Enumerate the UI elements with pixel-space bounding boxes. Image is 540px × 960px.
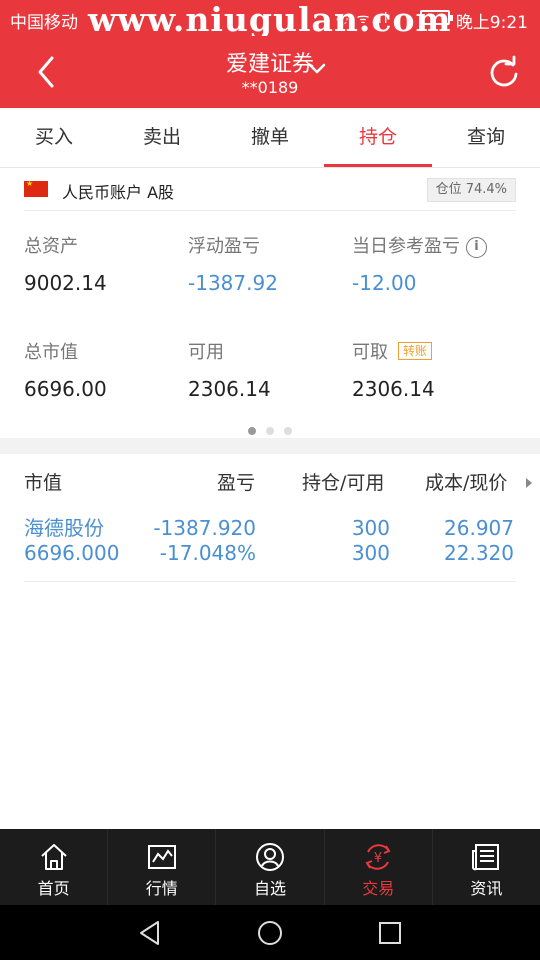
nav-news[interactable]: 资讯: [431, 829, 540, 905]
tab-buy[interactable]: 买入: [0, 108, 108, 167]
app-header: 爱建证券 **0189: [0, 36, 540, 108]
page-indicator: [0, 420, 540, 439]
yuan-exchange-icon: ¥: [365, 844, 391, 870]
withdrawable-label: 可取: [352, 342, 388, 363]
account-row[interactable]: ★ 人民币账户 A股 仓位 74.4%: [24, 170, 516, 211]
trade-tabs: 买入 卖出 撤单 持仓 查询: [0, 108, 540, 168]
chevron-down-icon[interactable]: [306, 60, 328, 78]
column-market-value: 市值: [24, 472, 63, 494]
nav-home[interactable]: 首页: [0, 829, 107, 905]
clock: 晚上9:21: [455, 13, 528, 33]
account-number: **0189: [241, 78, 299, 97]
asset-summary: 总资产 9002.14 浮动盈亏 -1387.92 当日参考盈亏 i -12.00…: [0, 212, 540, 438]
person-icon: [256, 843, 284, 871]
back-triangle-icon[interactable]: [136, 919, 164, 947]
daily-pl-value: -12.00: [352, 271, 417, 295]
column-cost-price: 成本/现价: [425, 472, 508, 494]
carrier-name: 中国移动: [10, 13, 78, 33]
nav-watchlist[interactable]: 自选: [215, 829, 323, 905]
stock-cost: 26.907: [444, 516, 514, 540]
page-dot: [266, 427, 274, 435]
column-pl: 盈亏: [217, 472, 256, 494]
daily-pl-cell: 当日参考盈亏 i -12.00: [352, 234, 532, 296]
svg-text:¥: ¥: [374, 851, 382, 866]
broker-title[interactable]: 爱建证券: [0, 46, 540, 78]
stock-name: 海德股份: [24, 516, 104, 540]
transfer-button[interactable]: 转账: [398, 342, 433, 360]
scroll-right-icon[interactable]: [526, 478, 532, 488]
info-icon[interactable]: i: [466, 237, 487, 258]
stock-pl: -1387.920: [153, 516, 256, 540]
chart-icon: [147, 845, 176, 869]
status-bar: 中国移动 www.niugulan.com ◌ ᯤ ıl 晚上9:21: [0, 0, 540, 39]
account-name: 人民币账户 A股: [62, 183, 175, 202]
nav-news-label: 资讯: [470, 879, 503, 898]
refresh-icon[interactable]: [486, 54, 522, 90]
floating-pl-cell: 浮动盈亏 -1387.92: [188, 234, 352, 296]
daily-pl-label: 当日参考盈亏: [352, 236, 460, 257]
floating-pl-label: 浮动盈亏: [188, 236, 260, 257]
market-value-cell: 总市值 6696.00: [24, 340, 188, 402]
tab-sell[interactable]: 卖出: [108, 108, 216, 167]
column-position: 持仓/可用: [302, 472, 385, 494]
stock-available: 300: [351, 541, 390, 565]
available-value: 2306.14: [188, 377, 271, 401]
nav-home-label: 首页: [37, 879, 70, 898]
nav-trade[interactable]: ¥ 交易: [323, 829, 432, 905]
market-value-label: 总市值: [24, 342, 78, 363]
total-assets-cell: 总资产 9002.14: [24, 234, 188, 296]
home-circle-icon[interactable]: [256, 919, 284, 947]
available-cell: 可用 2306.14: [188, 340, 352, 402]
nav-market-label: 行情: [145, 879, 178, 898]
total-assets-value: 9002.14: [24, 271, 107, 295]
holdings-header: 市值 盈亏 持仓/可用 成本/现价: [0, 454, 540, 508]
nav-watchlist-label: 自选: [254, 879, 287, 898]
tab-cancel-order[interactable]: 撤单: [216, 108, 324, 167]
page-dot: [284, 427, 292, 435]
total-assets-label: 总资产: [24, 236, 78, 257]
withdrawable-value: 2306.14: [352, 377, 435, 401]
tab-query[interactable]: 查询: [432, 108, 540, 167]
nav-market[interactable]: 行情: [107, 829, 215, 905]
signal-wifi-icon: ◌ ᯤ ıl: [336, 11, 390, 27]
table-row[interactable]: 海德股份 6696.000 -1387.920 -17.048% 300 300…: [24, 508, 516, 582]
stock-market-value: 6696.000: [24, 541, 120, 565]
bottom-nav: 首页 行情 自选 ¥ 交易 资讯: [0, 829, 540, 905]
floating-pl-value: -1387.92: [188, 271, 278, 295]
holdings-table: 市值 盈亏 持仓/可用 成本/现价 海德股份 6696.000 -1387.92…: [0, 454, 540, 582]
watermark-text: www.niugulan.com: [88, 0, 452, 39]
page-dot: [248, 427, 256, 435]
system-nav-bar: [0, 905, 540, 960]
nav-trade-label: 交易: [362, 879, 395, 898]
withdrawable-cell: 可取 转账 2306.14: [352, 340, 532, 402]
stock-pl-pct: -17.048%: [159, 541, 256, 565]
china-flag-icon: ★: [24, 179, 48, 197]
news-icon: [472, 844, 500, 871]
tab-positions[interactable]: 持仓: [324, 108, 432, 167]
recents-square-icon[interactable]: [376, 919, 404, 947]
home-icon: [40, 844, 67, 870]
market-value-value: 6696.00: [24, 377, 107, 401]
stock-position: 300: [351, 516, 390, 540]
battery-icon: [420, 10, 453, 25]
stock-price: 22.320: [444, 541, 514, 565]
position-ratio-badge: 仓位 74.4%: [426, 178, 516, 202]
available-label: 可用: [188, 342, 224, 363]
section-divider: [0, 438, 540, 454]
